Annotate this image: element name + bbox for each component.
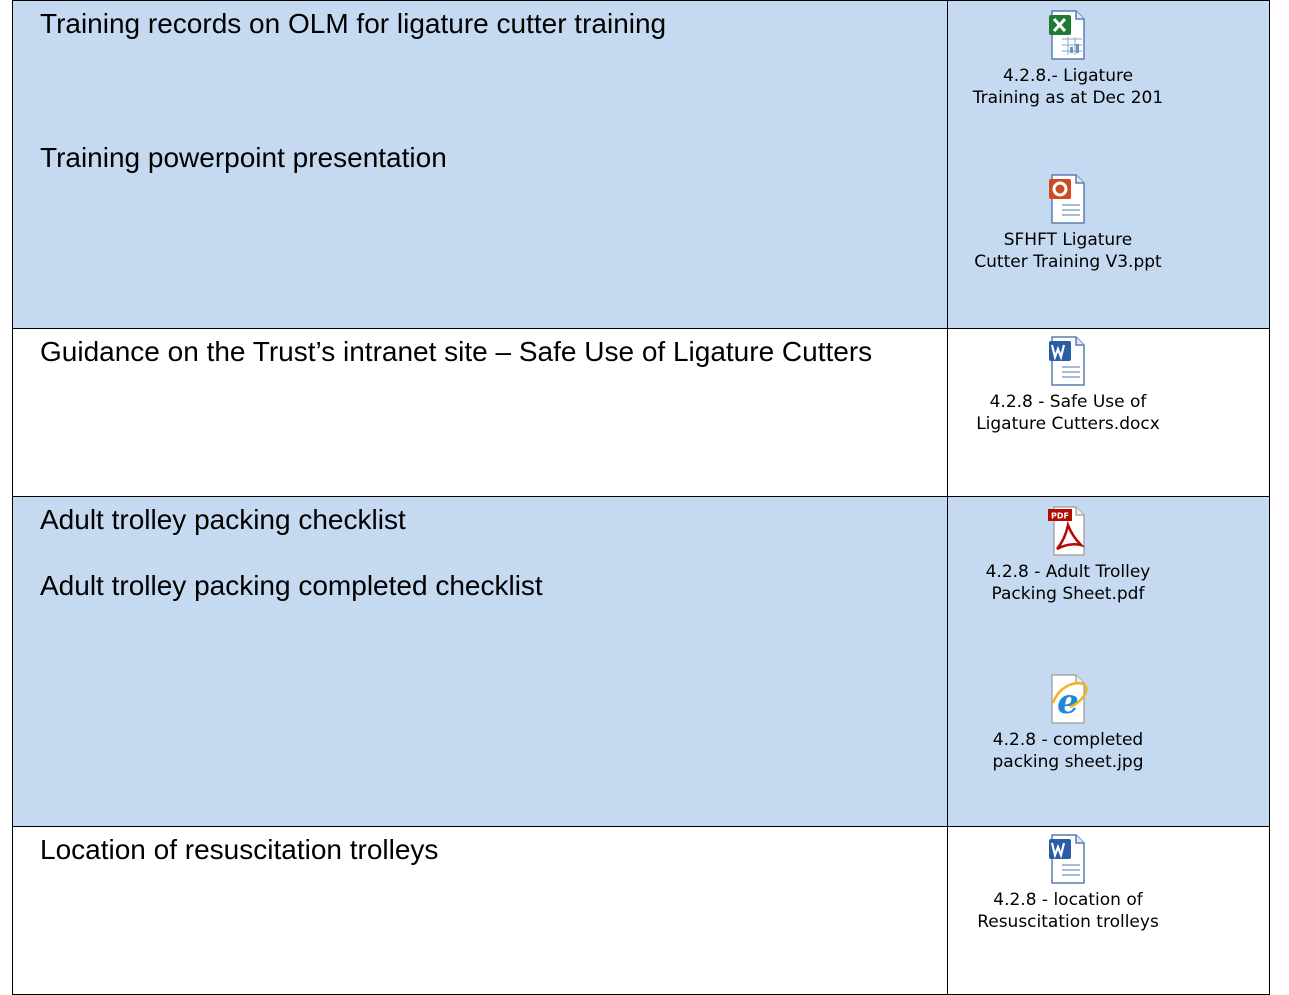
embedded-file-pdf[interactable]: PDF 4.2.8 - Adult Trolley Packing Sheet.… (948, 505, 1188, 605)
description-cell: Guidance on the Trust’s intranet site – … (12, 328, 948, 497)
attachment-cell: PDF 4.2.8 - Adult Trolley Packing Sheet.… (947, 496, 1270, 827)
attachment-cell: 4.2.8 - location of Resuscitation trolle… (947, 826, 1270, 995)
attachment-cell: 4.2.8.- Ligature Training as at Dec 201 … (947, 0, 1270, 329)
pdf-file-icon: PDF (1048, 506, 1086, 556)
file-caption: packing sheet.jpg (992, 752, 1144, 772)
embedded-file-excel[interactable]: 4.2.8.- Ligature Training as at Dec 201 (948, 9, 1188, 109)
file-caption: 4.2.8 - Safe Use of (989, 392, 1147, 412)
description-line: Adult trolley packing completed checklis… (40, 570, 543, 601)
table-row: Guidance on the Trust’s intranet site – … (12, 328, 1270, 497)
file-caption: 4.2.8.- Ligature (1002, 66, 1134, 86)
attachment-cell: 4.2.8 - Safe Use of Ligature Cutters.doc… (947, 328, 1270, 497)
file-caption: Packing Sheet.pdf (991, 584, 1145, 604)
description-line: Adult trolley packing checklist (40, 504, 406, 535)
file-caption: 4.2.8 - location of (993, 890, 1143, 910)
embedded-file-image[interactable]: e 4.2.8 - completed packing sheet.jpg (948, 673, 1188, 773)
file-caption: Ligature Cutters.docx (976, 414, 1160, 434)
file-caption: 4.2.8 - completed (992, 730, 1144, 750)
table-row: Location of resuscitation trolleys 4.2.8… (12, 826, 1270, 995)
file-caption: Resuscitation trolleys (977, 912, 1159, 932)
embedded-file-word[interactable]: 4.2.8 - Safe Use of Ligature Cutters.doc… (948, 335, 1188, 435)
description-cell: Location of resuscitation trolleys (12, 826, 948, 995)
embedded-file-powerpoint[interactable]: SFHFT Ligature Cutter Training V3.ppt (948, 173, 1188, 273)
file-caption: SFHFT Ligature (1003, 230, 1133, 250)
evidence-table: Training records on OLM for ligature cut… (12, 0, 1270, 995)
internet-explorer-icon: e (1051, 674, 1088, 724)
description-line: Location of resuscitation trolleys (40, 834, 439, 865)
embedded-file-word[interactable]: 4.2.8 - location of Resuscitation trolle… (948, 833, 1188, 933)
table-row: Training records on OLM for ligature cut… (12, 0, 1270, 329)
description-cell: Adult trolley packing checklist Adult tr… (12, 496, 948, 827)
file-caption: Training as at Dec 201 (972, 88, 1164, 108)
description-line: Guidance on the Trust’s intranet site – … (40, 336, 873, 367)
description-line: Training records on OLM for ligature cut… (40, 8, 667, 39)
description-line: Training powerpoint presentation (40, 142, 447, 173)
table-row: Adult trolley packing checklist Adult tr… (12, 496, 1270, 827)
svg-text:e: e (1057, 682, 1079, 722)
pdf-label: PDF (1051, 512, 1069, 521)
description-cell: Training records on OLM for ligature cut… (12, 0, 948, 329)
file-caption: Cutter Training V3.ppt (974, 252, 1162, 272)
word-file-icon (1049, 834, 1085, 884)
word-file-icon (1049, 336, 1085, 386)
file-caption: 4.2.8 - Adult Trolley (985, 562, 1151, 582)
powerpoint-file-icon (1049, 174, 1085, 224)
excel-file-icon (1049, 10, 1085, 60)
